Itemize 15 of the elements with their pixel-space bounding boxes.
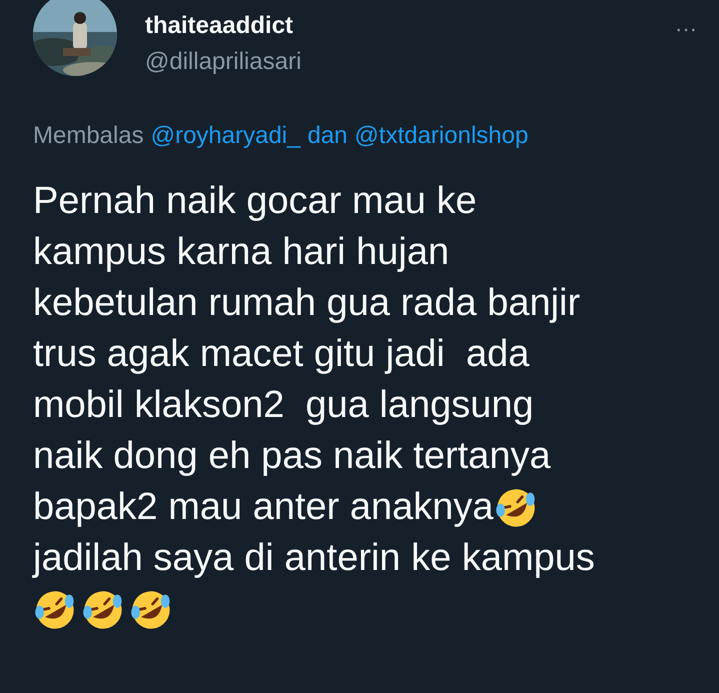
reply-joiner: dan	[307, 122, 348, 150]
tweet-text-line: mobil klakson2 gua langsung	[33, 383, 534, 428]
tweet-text-line: jadilah saya di anterin ke kampus	[33, 536, 595, 581]
tweet-text-line: kebetulan rumah gua rada banjir	[33, 281, 580, 326]
mention-link[interactable]: @royharyadi_	[150, 122, 300, 150]
display-name[interactable]: thaiteaaddict	[145, 12, 302, 40]
tweet-text-line: naik dong eh pas naik tertanya	[33, 434, 551, 479]
username[interactable]: @dillapriliasari	[145, 48, 302, 76]
tweet-text-line: bapak2 mau anter anaknya	[33, 485, 494, 530]
reply-label: Membalas	[33, 122, 144, 150]
mention-link[interactable]: @txtdarionlshop	[354, 122, 528, 150]
more-button[interactable]: ···	[675, 16, 697, 42]
tweet-text-line: kampus karna hari hujan	[33, 230, 450, 275]
tweet-text-line: trus agak macet gitu jadi ada	[33, 332, 530, 377]
tweet-text-line: Pernah naik gocar mau ke	[33, 179, 477, 224]
